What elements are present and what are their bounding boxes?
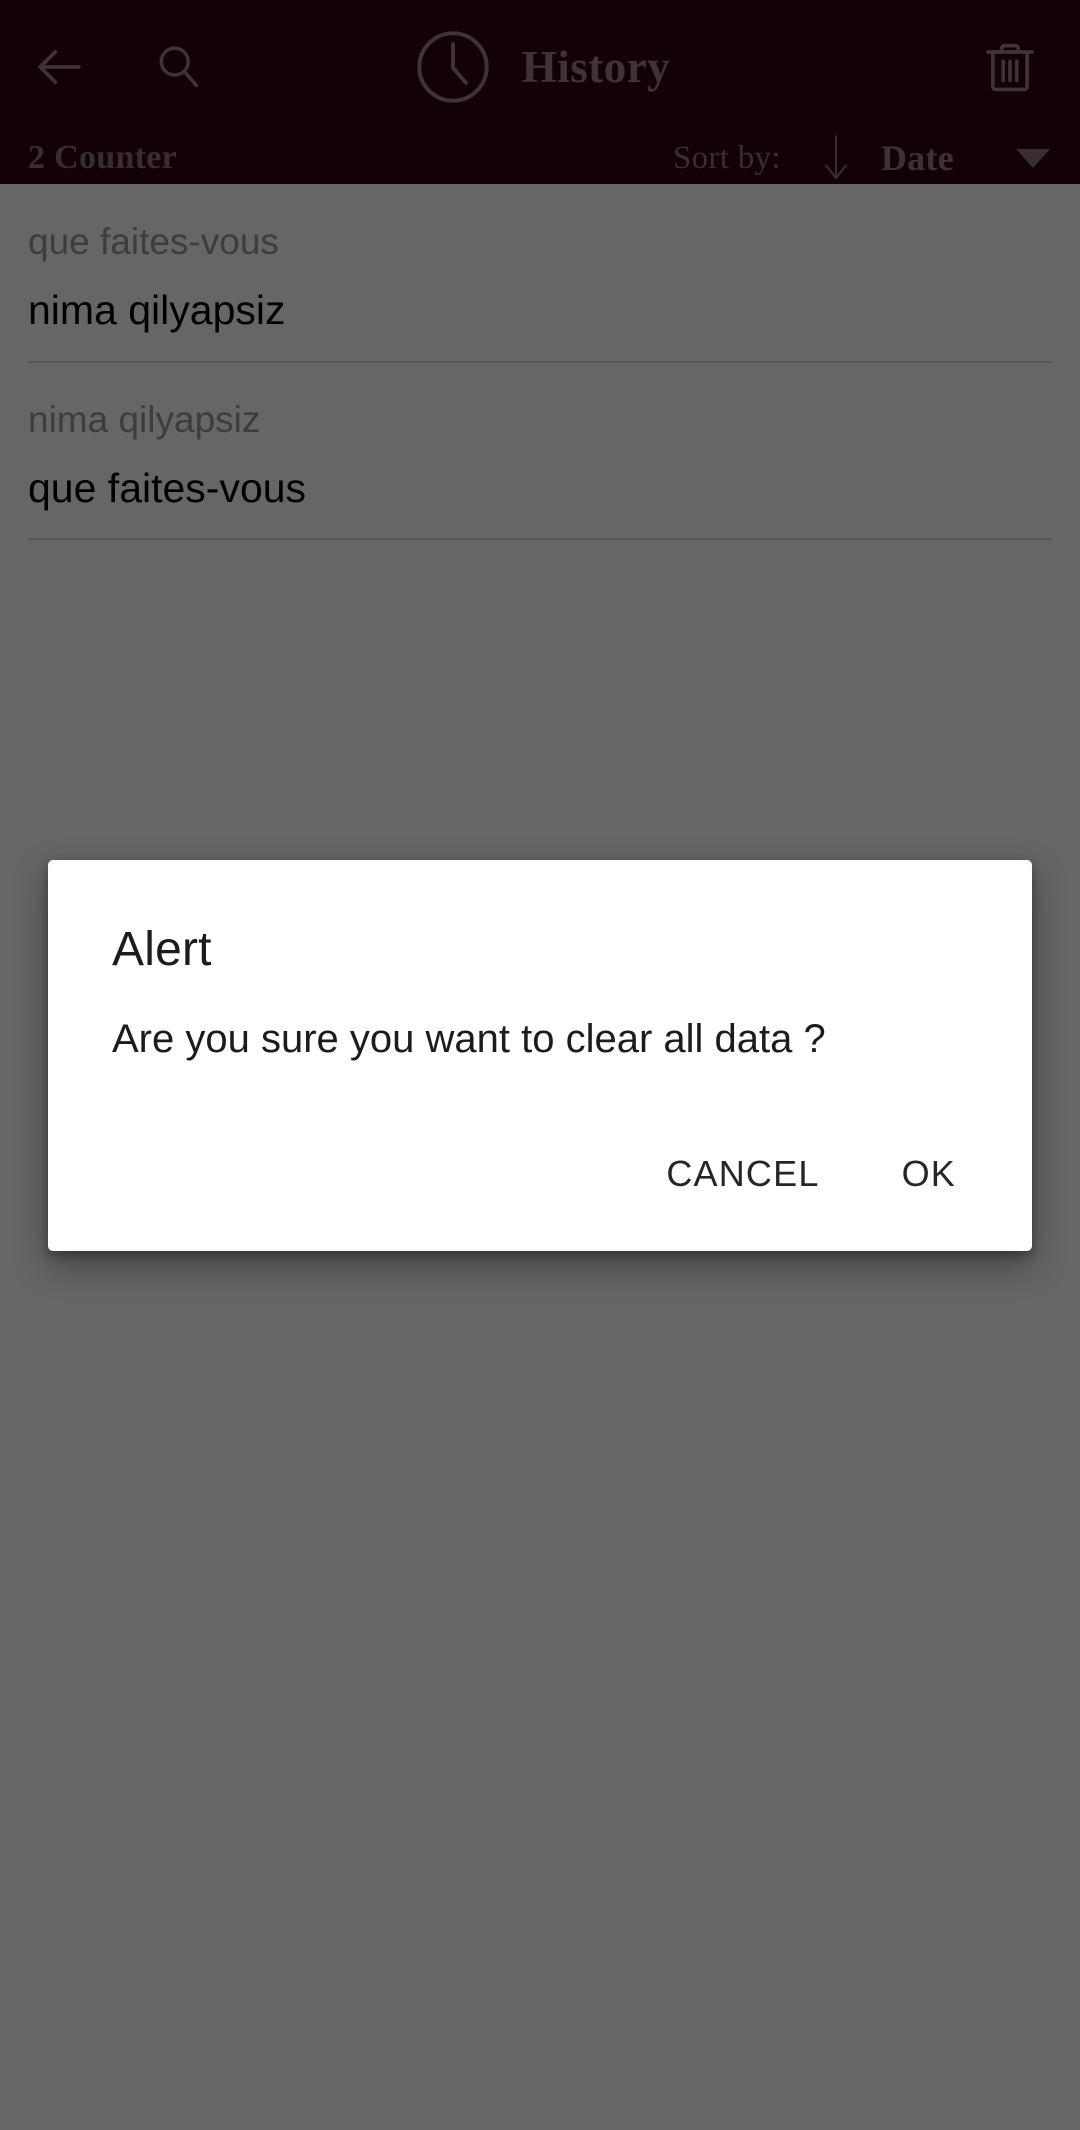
dialog-actions: CANCEL OK	[48, 1065, 1032, 1251]
dialog-title: Alert	[112, 923, 212, 976]
alert-dialog: Alert Are you sure you want to clear all…	[48, 860, 1032, 1251]
cancel-button[interactable]: CANCEL	[638, 1131, 847, 1217]
dialog-message: Are you sure you want to clear all data …	[112, 1017, 826, 1061]
ok-button[interactable]: OK	[874, 1131, 992, 1217]
history-screen: History 2 Counter Sort by:	[0, 0, 1080, 2130]
